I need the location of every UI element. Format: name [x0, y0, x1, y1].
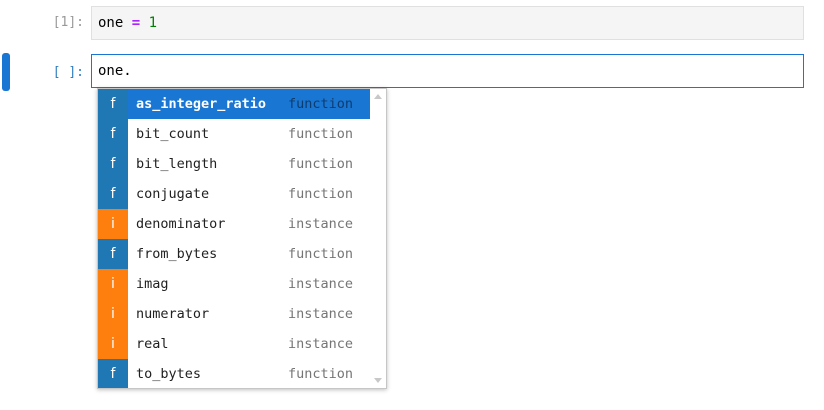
completer-item-type: function	[288, 96, 354, 112]
completer-item[interactable]: f to_bytes function	[98, 359, 370, 388]
completer-item-name: as_integer_ratio	[136, 96, 267, 112]
instance-type-icon: i	[98, 269, 128, 299]
completer-item[interactable]: i real instance	[98, 329, 370, 359]
scroll-down-arrow-icon[interactable]	[374, 378, 382, 383]
completer-item-type: function	[288, 126, 354, 142]
completer-item-type: instance	[288, 306, 354, 322]
cell-editor-active[interactable]: one.	[91, 54, 804, 88]
completer-item[interactable]: f as_integer_ratio function	[98, 89, 370, 119]
execution-count: [1]:	[52, 15, 84, 30]
completer-item-name: bit_length	[136, 156, 218, 172]
completer-item-type: instance	[288, 336, 354, 352]
execution-count: [ ]:	[52, 65, 84, 80]
completer-item-type: function	[288, 366, 354, 382]
function-type-icon: f	[98, 89, 128, 119]
instance-type-icon: i	[98, 209, 128, 239]
completer-item-type: instance	[288, 276, 354, 292]
completer-item-type: function	[288, 246, 354, 262]
completer-item-name: numerator	[136, 306, 210, 322]
completer-item-type: function	[288, 186, 354, 202]
instance-type-icon: i	[98, 299, 128, 329]
completer-item[interactable]: f from_bytes function	[98, 239, 370, 269]
cell-editor[interactable]: one = 1	[91, 6, 804, 40]
instance-type-icon: i	[98, 329, 128, 359]
code-text: one.	[98, 63, 132, 79]
code-number: 1	[148, 15, 158, 31]
completer-item-name: from_bytes	[136, 246, 218, 262]
function-type-icon: f	[98, 239, 128, 269]
completer-item-name: denominator	[136, 216, 226, 232]
completer-item-name: to_bytes	[136, 366, 202, 382]
function-type-icon: f	[98, 359, 128, 388]
function-type-icon: f	[98, 119, 128, 149]
function-type-icon: f	[98, 149, 128, 179]
completer-item-type: function	[288, 156, 354, 172]
completer-scrollbar[interactable]	[370, 89, 386, 388]
code-variable: one	[98, 15, 124, 31]
completer-item-name: real	[136, 336, 169, 352]
completer-item[interactable]: f conjugate function	[98, 179, 370, 209]
scroll-up-arrow-icon[interactable]	[374, 94, 382, 99]
code-operator: =	[131, 15, 141, 31]
function-type-icon: f	[98, 179, 128, 209]
completer-item[interactable]: i numerator instance	[98, 299, 370, 329]
completer-item-name: imag	[136, 276, 169, 292]
completer-item[interactable]: i denominator instance	[98, 209, 370, 239]
completer-popup[interactable]: f as_integer_ratio function f bit_count funct…	[97, 88, 387, 389]
completer-item-name: conjugate	[136, 186, 210, 202]
completer-item[interactable]: i imag instance	[98, 269, 370, 299]
completer-item-type: instance	[288, 216, 354, 232]
completer-item-name: bit_count	[136, 126, 210, 142]
completer-item[interactable]: f bit_count function	[98, 119, 370, 149]
completer-item[interactable]: f bit_length function	[98, 149, 370, 179]
